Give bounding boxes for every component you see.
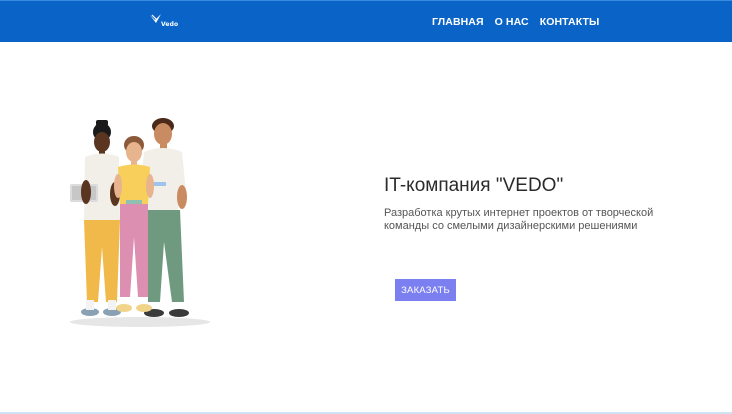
top-navbar: Vedo ГЛАВНАЯ О НАС КОНТАКТЫ [0, 0, 732, 42]
person-left [70, 120, 121, 316]
hero-illustration [60, 112, 220, 332]
nav-link-about[interactable]: О НАС [495, 16, 529, 28]
order-button[interactable]: ЗАКАЗАТЬ [395, 279, 456, 301]
nav-link-contacts[interactable]: КОНТАКТЫ [540, 16, 600, 28]
hero-description: Разработка крутых интернет проектов от т… [384, 207, 654, 232]
logo-text: Vedo [161, 21, 179, 28]
main-nav: ГЛАВНАЯ О НАС КОНТАКТЫ [432, 16, 599, 28]
hero-title: IT-компания "VEDO" [384, 175, 564, 196]
nav-link-home[interactable]: ГЛАВНАЯ [432, 16, 484, 28]
logo[interactable]: Vedo [149, 14, 181, 30]
